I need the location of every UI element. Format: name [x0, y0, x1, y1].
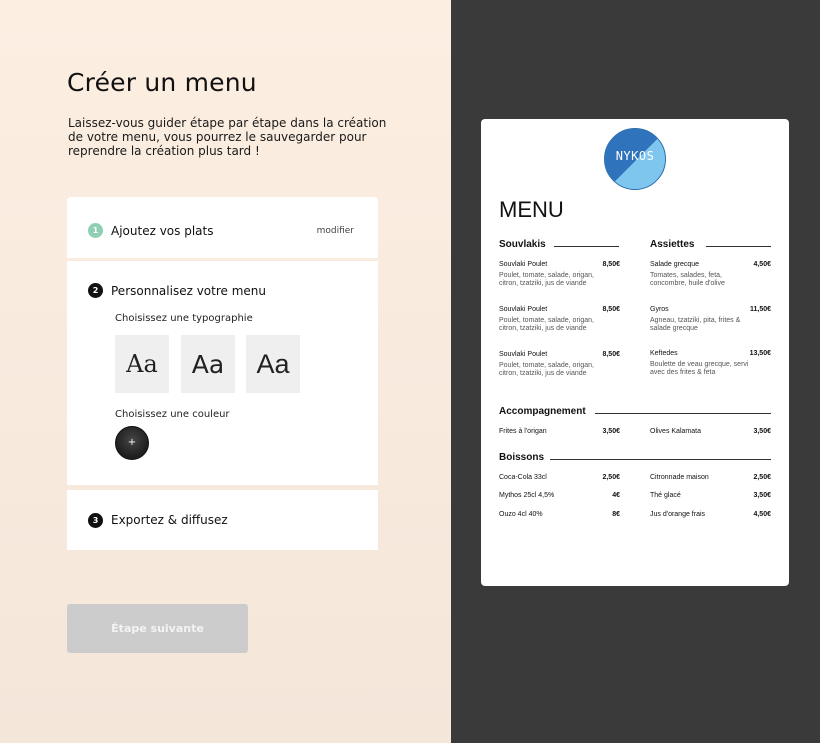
item-description: Poulet, tomate, salade, origan, citron, … [499, 317, 594, 332]
typography-option-sans[interactable]: Aa [181, 335, 235, 393]
item-price: 11,50€ [749, 306, 771, 313]
item-price: 13,50€ [749, 350, 771, 357]
item-name: Frites à l'origan [499, 428, 547, 435]
item-name: Mythos 25cl 4,5% [499, 492, 555, 499]
menu-item: Souvlaki Poulet 8,50€ Poulet, tomate, sal… [499, 261, 620, 288]
typography-option-grotesk[interactable]: Aa [246, 335, 300, 393]
menu-item: Salade grecque 4,50€ Tomates, salades, fe… [650, 261, 771, 288]
next-step-button[interactable]: Étape suivante [67, 604, 248, 653]
item-price: 4€ [612, 492, 620, 499]
item-description: Boulette de veau grecque, servi avec des… [650, 361, 749, 376]
item-description: Tomates, salades, feta, concombre, huile… [650, 272, 725, 287]
item-name: Souvlaki Poulet [499, 351, 548, 358]
item-price: 2,50€ [602, 474, 620, 481]
section-divider [595, 413, 771, 414]
item-description: Agneau, tzatziki, pita, frites & salade … [650, 317, 741, 332]
section-divider [706, 246, 771, 247]
menu-item: Souvlaki Poulet 8,50€ Poulet, tomate, sal… [499, 351, 620, 378]
step-3-number: 3 [88, 513, 103, 528]
item-price: 8,50€ [602, 351, 620, 358]
item-price: 8€ [612, 511, 620, 518]
modify-link[interactable]: modifier [317, 226, 354, 236]
logo-text: NYKOS [615, 149, 655, 163]
step-1-label: Ajoutez vos plats [111, 224, 214, 238]
item-price: 2,50€ [753, 474, 771, 481]
step-2-card: 2 Personnalisez votre menu Choisissez un… [67, 261, 378, 485]
color-label: Choisissez une couleur [115, 409, 230, 420]
item-name: Jus d'orange frais [650, 511, 706, 518]
menu-item: Frites à l'origan 3,50€ [499, 428, 620, 435]
step-3-card[interactable]: 3 Exportez & diffusez [67, 490, 378, 550]
restaurant-logo: NYKOS [604, 128, 666, 190]
menu-preview: NYKOS MENU Souvlakis Souvlaki Poulet 8,50… [481, 119, 789, 586]
menu-item: Olives Kalamata 3,50€ [650, 428, 771, 435]
typography-label: Choisissez une typographie [115, 313, 253, 324]
item-price: 3,50€ [602, 428, 620, 435]
item-price: 4,50€ [753, 511, 771, 518]
item-name: Thé glacé [650, 492, 681, 499]
step-3-label: Exportez & diffusez [111, 513, 228, 527]
item-name: Citronnade maison [650, 474, 709, 481]
menu-item: Keftedes 13,50€ Boulette de veau grecque,… [650, 350, 771, 377]
step-2-number: 2 [88, 283, 103, 298]
item-price: 8,50€ [602, 261, 620, 268]
section-title-accompagnement: Accompagnement [499, 406, 586, 417]
section-divider [554, 246, 619, 247]
item-price: 8,50€ [602, 306, 620, 313]
section-title-souvlakis: Souvlakis [499, 239, 546, 250]
add-color-button[interactable]: + [115, 426, 149, 460]
item-price: 4,50€ [753, 261, 771, 268]
menu-item: Thé glacé 3,50€ [650, 492, 771, 499]
item-name: Souvlaki Poulet [499, 306, 548, 313]
menu-item: Souvlaki Poulet 8,50€ Poulet, tomate, sal… [499, 306, 620, 333]
item-price: 3,50€ [753, 492, 771, 499]
item-description: Poulet, tomate, salade, origan, citron, … [499, 362, 594, 377]
item-name: Gyros [650, 306, 669, 313]
item-name: Olives Kalamata [650, 428, 701, 435]
item-name: Keftedes [650, 350, 678, 357]
item-name: Coca-Cola 33cl [499, 474, 547, 481]
menu-item: Gyros 11,50€ Agneau, tzatziki, pita, frit… [650, 306, 771, 333]
preview-panel: NYKOS MENU Souvlakis Souvlaki Poulet 8,50… [451, 0, 820, 743]
item-name: Souvlaki Poulet [499, 261, 548, 268]
section-title-assiettes: Assiettes [650, 239, 695, 250]
step-2-label: Personnalisez votre menu [111, 284, 266, 298]
editor-panel: Créer un menu Laissez-vous guider étape … [0, 0, 451, 743]
typography-option-serif[interactable]: Aa [115, 335, 169, 393]
menu-item: Jus d'orange frais 4,50€ [650, 511, 771, 518]
page-title: Créer un menu [67, 68, 257, 97]
menu-title: MENU [499, 197, 564, 222]
item-description: Poulet, tomate, salade, origan, citron, … [499, 272, 594, 287]
menu-item: Mythos 25cl 4,5% 4€ [499, 492, 620, 499]
page-intro: Laissez-vous guider étape par étape dans… [68, 116, 387, 158]
section-divider [550, 459, 771, 460]
step-1-number: 1 [88, 223, 103, 238]
item-name: Ouzo 4cl 40% [499, 511, 543, 518]
item-name: Salade grecque [650, 261, 700, 268]
menu-item: Ouzo 4cl 40% 8€ [499, 511, 620, 518]
menu-item: Citronnade maison 2,50€ [650, 474, 771, 481]
section-title-boissons: Boissons [499, 452, 545, 463]
item-price: 3,50€ [753, 428, 771, 435]
step-1-card[interactable]: 1 Ajoutez vos plats modifier [67, 197, 378, 258]
menu-item: Coca-Cola 33cl 2,50€ [499, 474, 620, 481]
